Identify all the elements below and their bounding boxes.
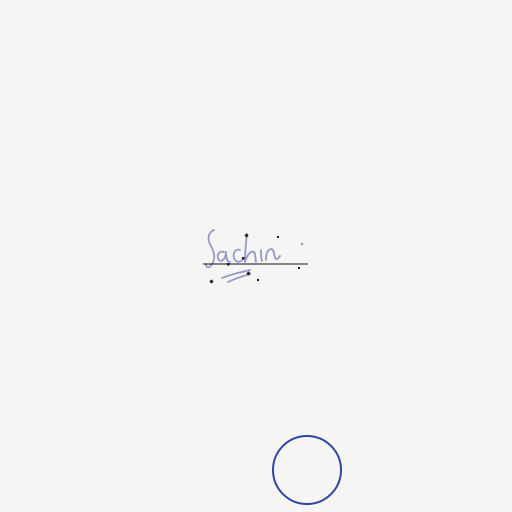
signature-period bbox=[300, 242, 304, 246]
stamp-circle bbox=[272, 435, 342, 505]
document-canvas bbox=[0, 0, 512, 512]
signature-block bbox=[198, 222, 312, 288]
handwritten-signature bbox=[203, 229, 308, 284]
